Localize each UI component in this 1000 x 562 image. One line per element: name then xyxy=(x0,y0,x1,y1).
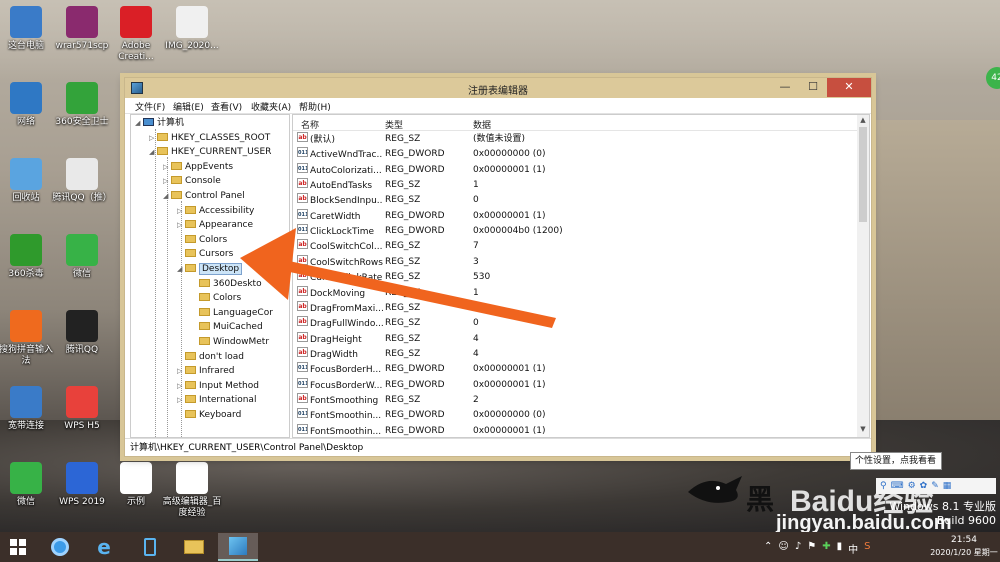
arrow-shaft xyxy=(271,258,556,328)
os-edition: Windows 8.1 专业版 xyxy=(889,500,996,513)
ime-settings-icon[interactable]: ⚙ xyxy=(908,481,916,491)
tray-ime-label[interactable]: 中 xyxy=(848,541,858,556)
tray-360-icon[interactable]: ✚ xyxy=(822,541,830,556)
tray-volume-icon[interactable]: ♪ xyxy=(795,541,801,556)
tray-flag-icon[interactable]: ⚑ xyxy=(807,541,816,556)
taskbar: e ⌃ ☺ ♪ ⚑ ✚ ▮ 中 S 21:54 2020/1/20 星期一 xyxy=(0,532,1000,562)
os-build: Build 9600 xyxy=(936,514,996,527)
tray-network-icon[interactable]: ▮ xyxy=(837,541,843,556)
ime-toolbar[interactable]: ⚲ ⌨ ⚙ ✿ ✎ ▦ xyxy=(876,478,996,494)
explorer-icon[interactable] xyxy=(174,533,214,561)
search-app-icon[interactable] xyxy=(40,533,80,561)
tablet-icon[interactable] xyxy=(130,533,170,561)
ime-skin-icon[interactable]: ✿ xyxy=(920,481,928,491)
tray-people-icon[interactable]: ☺ xyxy=(778,541,788,556)
system-tray: ⌃ ☺ ♪ ⚑ ✚ ▮ 中 S xyxy=(764,541,870,556)
ime-keyboard-icon[interactable]: ⌨ xyxy=(891,481,904,491)
logo-glyph: 黑 xyxy=(746,483,775,516)
tray-sogou-icon[interactable]: S xyxy=(864,541,870,556)
ime-grid-icon[interactable]: ▦ xyxy=(943,481,952,491)
shark-logo-icon xyxy=(686,470,746,510)
ime-search-icon[interactable]: ⚲ xyxy=(880,481,887,491)
clock-time: 21:54 xyxy=(951,535,977,545)
ie-icon[interactable]: e xyxy=(84,533,124,561)
personalize-tooltip[interactable]: 个性设置，点我看看 xyxy=(850,452,942,470)
regedit-taskbar-icon[interactable] xyxy=(218,533,258,561)
clock-date: 2020/1/20 星期一 xyxy=(930,548,998,557)
start-windows-icon[interactable] xyxy=(0,533,36,561)
tray-arrow-icon[interactable]: ⌃ xyxy=(764,541,772,556)
arrow-head xyxy=(240,228,296,300)
clock[interactable]: 21:54 2020/1/20 星期一 xyxy=(930,535,998,558)
ime-tool-icon[interactable]: ✎ xyxy=(931,481,939,491)
